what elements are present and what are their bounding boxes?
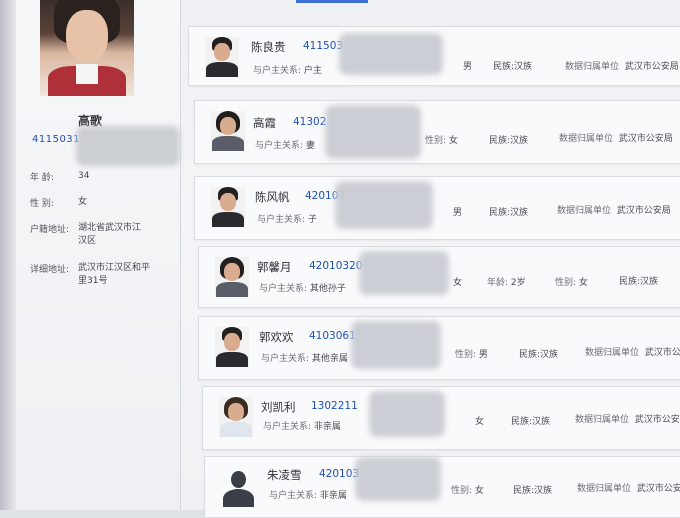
redaction-blur <box>359 251 449 295</box>
member-avatar <box>205 37 239 77</box>
member-avatar <box>215 257 249 297</box>
member-relation: 与户主关系: 非亲属 <box>263 422 341 432</box>
member-relation: 与户主关系: 子 <box>257 215 317 225</box>
active-tab-indicator <box>296 0 368 3</box>
member-relation: 与户主关系: 户主 <box>253 66 322 76</box>
member-card[interactable]: 郭欢欢 4103061 与户主关系: 其他亲属 性别: 男 民族:汉族 数据归属… <box>198 316 680 380</box>
member-ethnicity: 民族:汉族 <box>511 417 551 427</box>
member-id: 4103061 <box>309 330 356 342</box>
member-gender: 性别: 女 <box>425 136 458 146</box>
member-avatar <box>211 111 245 151</box>
member-id: 41302 <box>293 116 327 128</box>
member-gender: 男 <box>463 62 473 72</box>
member-relation: 与户主关系: 妻 <box>255 141 315 151</box>
member-gender: 性别: 女 <box>555 278 588 288</box>
profile-household-row: 户籍地址: 湖北省武汉市江汉区 <box>30 223 142 246</box>
profile-panel: 高歌 4115031 年 龄: 34 性 别: 女 户籍地址: 湖北省武汉市江汉区 详… <box>0 0 181 510</box>
profile-gender-row: 性 别: 女 <box>30 197 88 209</box>
member-age: 年龄: 2岁 <box>487 278 526 288</box>
member-ethnicity: 民族:汉族 <box>513 486 553 496</box>
profile-photo <box>40 0 134 96</box>
member-ethnicity: 民族:汉族 <box>619 277 659 287</box>
redaction-blur <box>369 391 445 437</box>
member-avatar <box>215 327 249 367</box>
member-relation: 与户主关系: 其他亲属 <box>261 354 348 364</box>
redaction-blur <box>76 126 180 166</box>
member-ethnicity: 民族:汉族 <box>493 62 533 72</box>
redaction-blur <box>335 181 433 229</box>
member-avatar-placeholder <box>221 467 255 507</box>
member-id: 1302211 <box>311 400 358 412</box>
member-avatar <box>219 397 253 437</box>
member-source: 数据归属单位 武汉市公安局 <box>559 134 673 144</box>
member-avatar <box>211 187 245 227</box>
profile-id: 4115031 <box>32 134 81 145</box>
redaction-blur <box>355 457 441 501</box>
member-card[interactable]: 陈良贵 411503 与户主关系: 户主 男 民族:汉族 数据归属单位 武汉市公… <box>188 26 680 86</box>
member-ethnicity: 民族:汉族 <box>489 208 529 218</box>
member-id: 411503 <box>303 40 344 52</box>
member-id: 420103 <box>319 468 360 480</box>
member-source: 数据归属单位 武汉市公安 <box>575 415 680 425</box>
redaction-blur <box>351 321 441 369</box>
member-source: 数据归属单位 武汉市公安 <box>577 484 680 494</box>
member-card[interactable]: 郭馨月 42010320 与户主关系: 其他孙子 女 年龄: 2岁 性别: 女 … <box>198 246 680 308</box>
member-name: 郭欢欢 <box>259 330 294 344</box>
member-name: 陈良贵 <box>251 40 286 54</box>
member-gender-short: 女 <box>453 278 463 288</box>
profile-age-row: 年 龄: 34 <box>30 171 90 183</box>
member-name: 刘凯利 <box>261 400 296 414</box>
member-card[interactable]: 刘凯利 1302211 与户主关系: 非亲属 女 民族:汉族 数据归属单位 武汉… <box>202 386 680 450</box>
redaction-blur <box>339 33 443 75</box>
member-id: 42010320 <box>309 260 363 272</box>
member-relation: 与户主关系: 非亲属 <box>269 491 347 501</box>
screen-bezel <box>0 0 16 510</box>
member-name: 郭馨月 <box>257 260 292 274</box>
member-source: 数据归属单位 武汉市公安 <box>585 348 680 358</box>
member-ethnicity: 民族:汉族 <box>519 350 559 360</box>
member-card[interactable]: 陈风帆 420107 与户主关系: 子 男 民族:汉族 数据归属单位 武汉市公安… <box>194 176 680 240</box>
member-card[interactable]: 朱凌雪 420103 与户主关系: 非亲属 性别: 女 民族:汉族 数据归属单位… <box>204 456 680 518</box>
member-card[interactable]: 高霞 41302 与户主关系: 妻 性别: 女 民族:汉族 数据归属单位 武汉市… <box>194 100 680 164</box>
member-gender: 男 <box>453 208 463 218</box>
member-gender: 性别: 男 <box>455 350 488 360</box>
member-gender: 女 <box>475 417 485 427</box>
member-name: 陈风帆 <box>255 190 290 204</box>
member-source: 数据归属单位 武汉市公安局 <box>557 206 671 216</box>
screen: 高歌 4115031 年 龄: 34 性 别: 女 户籍地址: 湖北省武汉市江汉区 详… <box>0 0 680 518</box>
redaction-blur <box>325 105 421 159</box>
profile-address-row: 详细地址: 武汉市江汉区和平里31号 <box>30 263 151 286</box>
member-gender: 性别: 女 <box>451 486 484 496</box>
member-source: 数据归属单位 武汉市公安局 <box>565 62 679 72</box>
member-ethnicity: 民族:汉族 <box>489 136 529 146</box>
member-relation: 与户主关系: 其他孙子 <box>259 284 346 294</box>
member-name: 高霞 <box>253 116 276 130</box>
member-name: 朱凌雪 <box>267 468 302 482</box>
